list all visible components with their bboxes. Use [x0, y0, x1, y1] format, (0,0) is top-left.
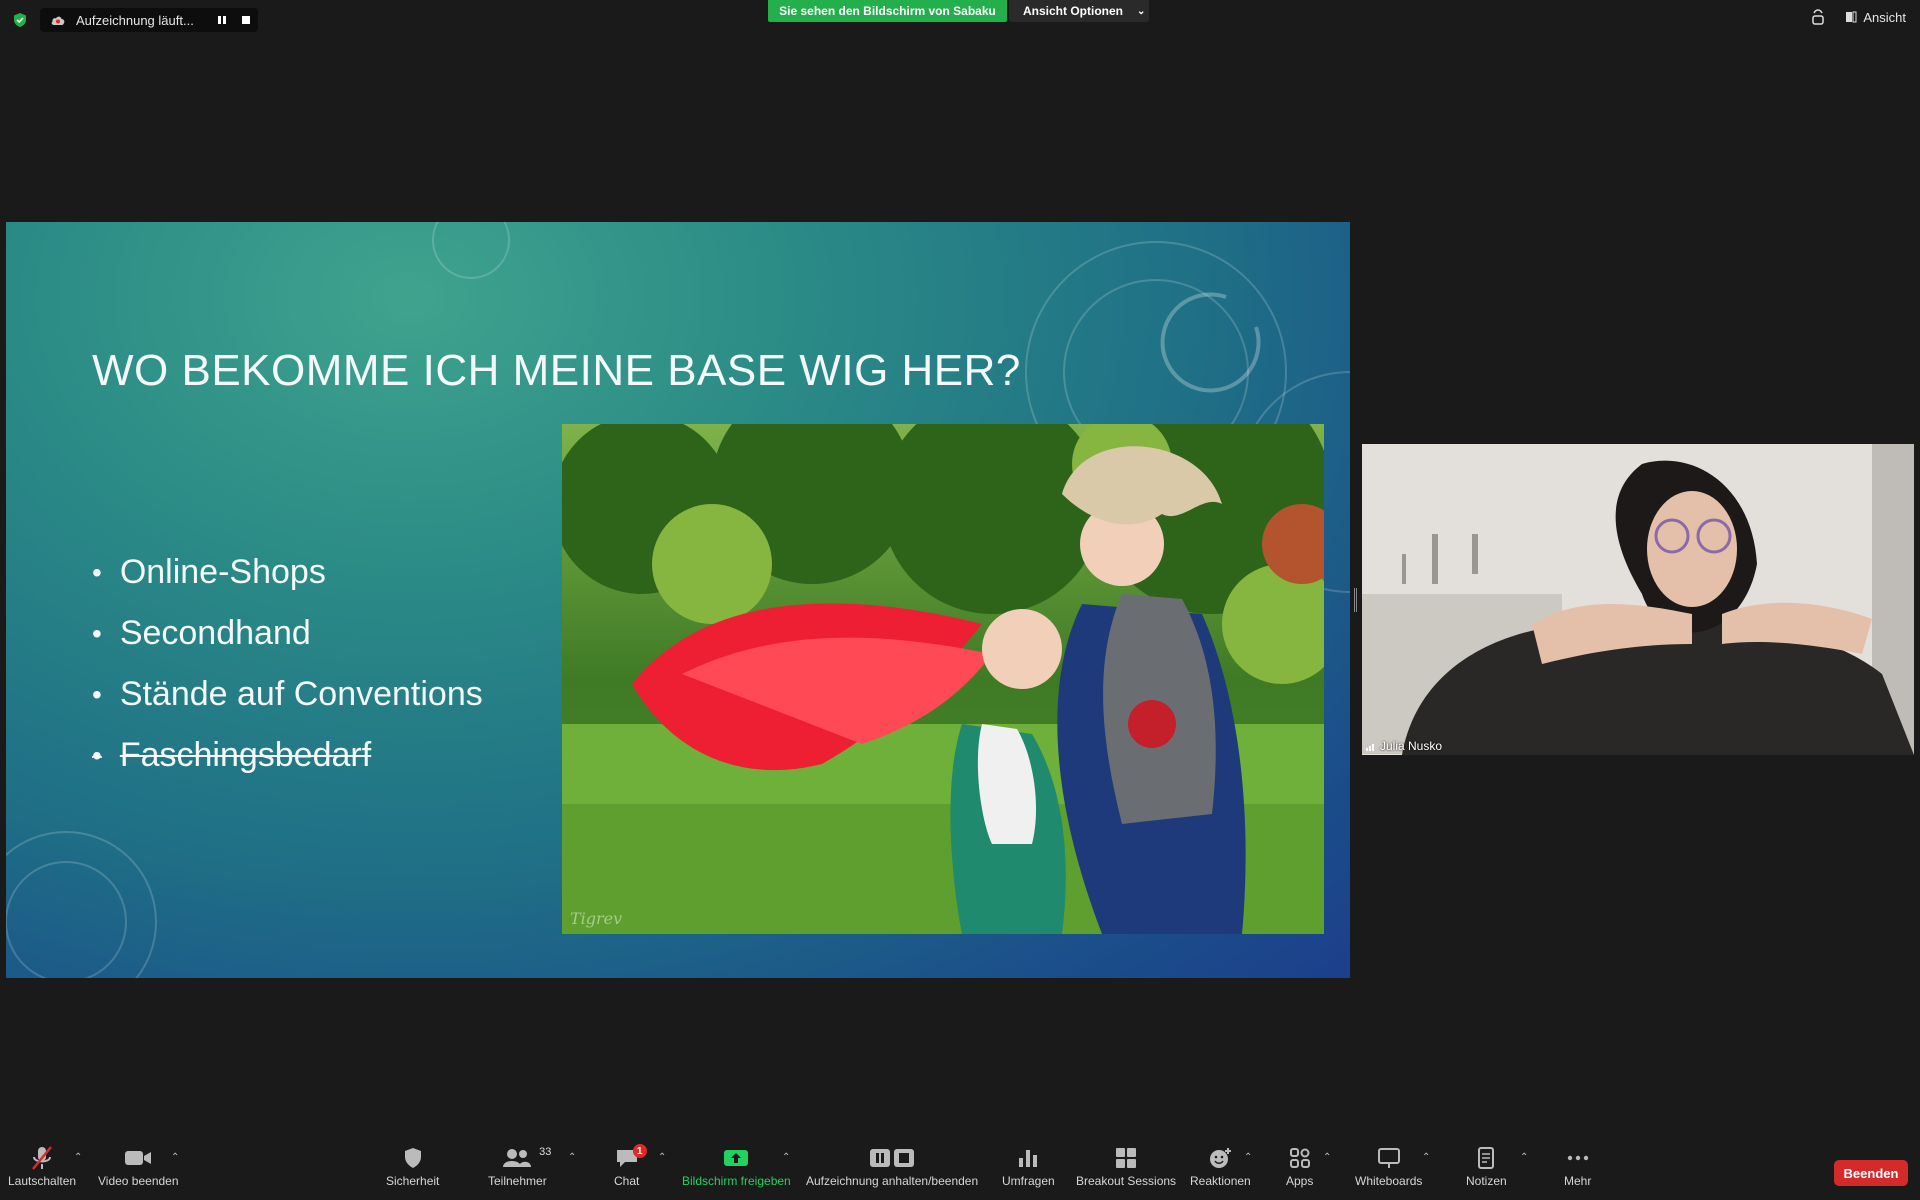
stop-recording-button[interactable]: [234, 8, 258, 32]
chat-options-caret[interactable]: ⌃: [658, 1152, 666, 1163]
signal-strength-icon: [1366, 743, 1374, 751]
stop-video-label: Video beenden: [98, 1174, 179, 1188]
participant-name: Julia Nusko: [1380, 739, 1443, 753]
whiteboard-icon: [1377, 1148, 1400, 1168]
pause-recording-button[interactable]: [210, 8, 234, 32]
chevron-down-icon: ⌄: [1137, 5, 1146, 17]
immersive-icon[interactable]: [1811, 8, 1825, 26]
pause-stop-icon: [870, 1149, 915, 1167]
share-screen-label: Bildschirm freigeben: [682, 1174, 791, 1188]
shield-icon: [404, 1148, 421, 1168]
breakout-sessions-label: Breakout Sessions: [1076, 1174, 1177, 1188]
share-options-caret[interactable]: ⌃: [782, 1152, 790, 1163]
view-options-label: Ansicht Optionen: [1023, 4, 1123, 18]
cloud-recording-icon: [51, 16, 65, 25]
chat-unread-badge: 1: [632, 1144, 647, 1158]
recording-control-button[interactable]: Aufzeichnung anhalten/beenden: [806, 1144, 978, 1196]
participants-options-caret[interactable]: ⌃: [568, 1152, 576, 1163]
smiley-icon: [1210, 1148, 1232, 1168]
breakout-grid-icon: [1116, 1148, 1137, 1168]
reactions-label: Reaktionen: [1190, 1174, 1251, 1188]
reactions-options-caret[interactable]: ⌃: [1244, 1152, 1252, 1163]
end-meeting-button[interactable]: Beenden: [1834, 1160, 1908, 1186]
reactions-button[interactable]: Reaktionen: [1190, 1144, 1251, 1196]
notes-options-caret[interactable]: ⌃: [1520, 1152, 1528, 1163]
apps-options-caret[interactable]: ⌃: [1323, 1152, 1331, 1163]
whiteboards-label: Whiteboards: [1355, 1174, 1423, 1188]
security-shield-icon: [14, 13, 26, 27]
whiteboards-options-caret[interactable]: ⌃: [1422, 1152, 1430, 1163]
recording-control-label: Aufzeichnung anhalten/beenden: [806, 1174, 979, 1188]
chat-label: Chat: [614, 1174, 640, 1188]
apps-button[interactable]: Apps: [1286, 1144, 1313, 1196]
unmute-label: Lautschalten: [8, 1174, 77, 1188]
polls-button[interactable]: Umfragen: [1002, 1144, 1055, 1196]
participant-video-tile[interactable]: Julia Nusko: [1362, 444, 1914, 755]
audio-options-caret[interactable]: ⌃: [74, 1152, 82, 1163]
bullet-conventions: Stände auf Conventions: [92, 664, 483, 725]
notes-button[interactable]: Notizen: [1466, 1144, 1507, 1196]
video-options-caret[interactable]: ⌃: [171, 1152, 179, 1163]
participants-button[interactable]: 33 Teilnehmer: [488, 1144, 551, 1196]
resize-handle[interactable]: [1354, 588, 1357, 612]
security-label: Sicherheit: [386, 1174, 440, 1188]
chat-button[interactable]: 1 Chat: [614, 1144, 647, 1196]
cosplay-photo: Tigrev: [562, 424, 1324, 934]
photo-watermark: Tigrev: [570, 909, 623, 928]
cosplay-photo-illustration: [562, 424, 1324, 934]
share-screen-icon: [724, 1150, 749, 1166]
whiteboards-button[interactable]: Whiteboards: [1355, 1144, 1422, 1196]
layout-icon: [1846, 11, 1857, 23]
stop-video-button[interactable]: Video beenden: [98, 1144, 179, 1196]
more-dots-icon: [1567, 1155, 1588, 1161]
bullet-faschingsbedarf: Faschingsbedarf: [92, 725, 483, 786]
apps-label: Apps: [1286, 1174, 1314, 1188]
poll-chart-icon: [1019, 1150, 1038, 1167]
view-button-label: Ansicht: [1863, 9, 1906, 25]
slide-bullet-list: Online-Shops Secondhand Stände auf Conve…: [92, 542, 483, 786]
recording-indicator: Aufzeichnung läuft...: [40, 8, 258, 32]
notes-label: Notizen: [1466, 1174, 1507, 1188]
pause-icon: [218, 16, 226, 24]
notes-icon: [1478, 1147, 1495, 1169]
bullet-online-shops: Online-Shops: [92, 542, 483, 603]
stop-icon: [242, 16, 250, 24]
unmute-button[interactable]: Lautschalten: [8, 1144, 76, 1196]
breakout-sessions-button[interactable]: Breakout Sessions: [1076, 1144, 1176, 1196]
security-button[interactable]: Sicherheit: [386, 1144, 439, 1196]
participants-count: 33: [539, 1146, 552, 1158]
apps-icon: [1289, 1148, 1310, 1168]
bullet-secondhand: Secondhand: [92, 603, 483, 664]
recording-label: Aufzeichnung läuft...: [76, 12, 194, 28]
slide-title: WO BEKOMME ICH MEINE BASE WIG HER?: [92, 346, 1021, 395]
participant-name-label: Julia Nusko: [1366, 739, 1442, 753]
polls-label: Umfragen: [1002, 1174, 1055, 1188]
share-screen-button[interactable]: Bildschirm freigeben: [682, 1144, 791, 1196]
video-camera-icon: [125, 1151, 152, 1165]
meeting-toolbar: Lautschalten ⌃ Video beenden ⌃ Sicherhei…: [0, 1138, 1920, 1200]
microphone-muted-icon: [32, 1146, 52, 1170]
shared-screen: WO BEKOMME ICH MEINE BASE WIG HER? Onlin…: [6, 222, 1350, 978]
view-button[interactable]: Ansicht: [1845, 10, 1906, 25]
screen-share-banner: Sie sehen den Bildschirm von Sabaku: [768, 0, 1007, 22]
more-button[interactable]: Mehr: [1564, 1144, 1591, 1196]
participants-icon: [503, 1149, 532, 1167]
participants-label: Teilnehmer: [488, 1174, 547, 1188]
participant-video: [1362, 444, 1914, 755]
view-options-dropdown[interactable]: Ansicht Optionen ⌄: [1009, 0, 1149, 22]
more-label: Mehr: [1564, 1174, 1592, 1188]
